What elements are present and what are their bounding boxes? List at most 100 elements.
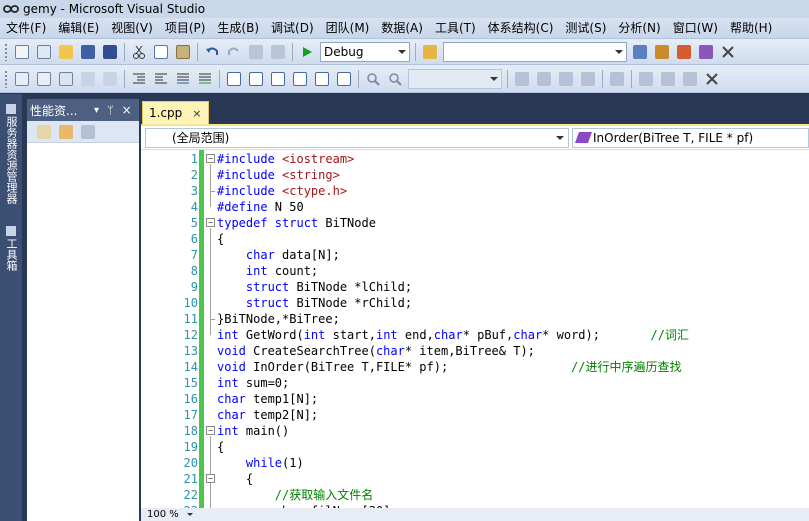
align-left-icon[interactable] — [512, 69, 532, 89]
open-file-icon[interactable] — [56, 42, 76, 62]
solution-explorer-icon[interactable] — [630, 42, 650, 62]
menu-file[interactable]: 文件(F) — [0, 19, 52, 38]
comment-icon[interactable] — [173, 69, 193, 89]
code-line[interactable]: 15 int sum=0; — [141, 375, 809, 391]
scope-dropdown[interactable]: (全局范围) — [145, 127, 569, 148]
code-line[interactable]: 21 { — [141, 471, 809, 487]
toolbar-grip[interactable] — [4, 69, 8, 88]
code-line[interactable]: 20 while(1) — [141, 455, 809, 471]
pin-icon[interactable]: ᛘ — [107, 104, 114, 117]
menu-project[interactable]: 项目(P) — [159, 19, 212, 38]
menu-data[interactable]: 数据(A) — [375, 19, 429, 38]
code-line[interactable]: 22 //获取输入文件名 — [141, 487, 809, 503]
collapse-icon[interactable]: − — [206, 218, 215, 227]
code-line[interactable]: 16 char temp1[N]; — [141, 391, 809, 407]
clear-bookmarks-icon[interactable] — [334, 69, 354, 89]
menu-edit[interactable]: 编辑(E) — [52, 19, 105, 38]
code-area[interactable]: 1 #include <iostream> 2 #include <string> 3 #… — [141, 150, 809, 508]
menu-debug[interactable]: 调试(D) — [265, 19, 320, 38]
panel-close-button[interactable]: × — [122, 103, 132, 117]
panel-menu-button[interactable]: ▾ — [94, 105, 99, 116]
find-in-files-icon[interactable] — [420, 42, 440, 62]
menu-tools[interactable]: 工具(T) — [429, 19, 482, 38]
code-line[interactable]: 5 typedef struct BiTNode — [141, 215, 809, 231]
code-line[interactable]: 12 int GetWord(int start,int end,char* pB… — [141, 327, 809, 343]
next-bookmark-folder-icon[interactable] — [312, 69, 332, 89]
align-right-icon[interactable] — [556, 69, 576, 89]
menu-window[interactable]: 窗口(W) — [667, 19, 724, 38]
collapse-icon[interactable]: − — [206, 154, 215, 163]
align-center-icon[interactable] — [534, 69, 554, 89]
start-page-icon[interactable] — [696, 42, 716, 62]
code-line[interactable]: 2 #include <string> — [141, 167, 809, 183]
member-dropdown[interactable]: InOrder(BiTree T, FILE * pf) — [572, 127, 809, 148]
prev-bookmark-icon[interactable] — [246, 69, 266, 89]
menu-analyze[interactable]: 分析(N) — [612, 19, 666, 38]
decrease-indent-icon[interactable] — [129, 69, 149, 89]
bookmark-icon[interactable] — [224, 69, 244, 89]
code-line[interactable]: 14 void InOrder(BiTree T,FILE* pf); //进行中… — [141, 359, 809, 375]
code-line[interactable]: 7 char data[N]; — [141, 247, 809, 263]
solution-configuration-dropdown[interactable]: Debug — [320, 41, 410, 62]
toolbox-icon[interactable] — [674, 42, 694, 62]
uncomment-icon[interactable] — [195, 69, 215, 89]
tab-1-cpp[interactable]: 1.cpp × — [142, 101, 209, 124]
code-line[interactable]: 3 #include <ctype.h> — [141, 183, 809, 199]
collapse-icon[interactable]: − — [206, 474, 215, 483]
code-line[interactable]: 9 struct BiTNode *lChild; — [141, 279, 809, 295]
increase-indent-icon[interactable] — [151, 69, 171, 89]
menu-build[interactable]: 生成(B) — [211, 19, 265, 38]
menu-view[interactable]: 视图(V) — [105, 19, 159, 38]
save-icon[interactable] — [78, 42, 98, 62]
cut-icon[interactable] — [129, 42, 149, 62]
tab-close-icon[interactable]: × — [192, 107, 201, 120]
code-line[interactable]: 13 void CreateSearchTree(char* item,BiTre… — [141, 343, 809, 359]
lock-icon[interactable] — [607, 69, 627, 89]
menu-test[interactable]: 测试(S) — [559, 19, 612, 38]
server-explorer-tab[interactable]: 服务器资源管理器 — [2, 102, 20, 204]
menu-architecture[interactable]: 体系结构(C) — [482, 19, 560, 38]
text-editor-icon[interactable] — [12, 69, 32, 89]
code-line[interactable]: 6{ — [141, 231, 809, 247]
add-item-icon[interactable] — [34, 42, 54, 62]
word-complete-icon[interactable] — [78, 69, 98, 89]
prev-bookmark-folder-icon[interactable] — [290, 69, 310, 89]
order-icon[interactable] — [578, 69, 598, 89]
toolbox-tab[interactable]: 工具箱 — [2, 224, 20, 271]
start-debugging-icon[interactable] — [297, 42, 317, 62]
code-line[interactable]: 1 #include <iostream> — [141, 151, 809, 167]
launch-wizard-icon[interactable] — [34, 122, 54, 142]
copy-icon[interactable] — [151, 42, 171, 62]
code-line[interactable]: 4 #define N 50 — [141, 199, 809, 215]
code-line[interactable]: 17 char temp2[N]; — [141, 407, 809, 423]
code-line[interactable]: 19 { — [141, 439, 809, 455]
menu-help[interactable]: 帮助(H) — [724, 19, 778, 38]
code-line[interactable]: 8 int count; — [141, 263, 809, 279]
code-line[interactable]: 11}BiTNode,*BiTree; — [141, 311, 809, 327]
collapse-icon[interactable]: − — [206, 426, 215, 435]
find-combobox[interactable] — [443, 41, 627, 62]
close-icon[interactable] — [702, 69, 722, 89]
zoom-in-icon[interactable] — [363, 69, 383, 89]
quick-info-icon[interactable] — [34, 69, 54, 89]
sort-desc-icon[interactable] — [658, 69, 678, 89]
sort-icon[interactable] — [636, 69, 656, 89]
close-icon[interactable] — [718, 42, 738, 62]
param-info-icon[interactable] — [56, 69, 76, 89]
zoom-level[interactable]: 100 % — [147, 509, 179, 520]
toolbar-grip[interactable] — [4, 42, 8, 61]
new-session-icon[interactable] — [56, 122, 76, 142]
zoom-combobox[interactable] — [408, 68, 502, 89]
display-word-icon[interactable] — [100, 69, 120, 89]
save-all-icon[interactable] — [100, 42, 120, 62]
start-profiling-icon[interactable] — [78, 122, 98, 142]
new-project-icon[interactable] — [12, 42, 32, 62]
chevron-down-icon[interactable] — [186, 513, 193, 516]
code-line[interactable]: 10 struct BiTNode *rChild; — [141, 295, 809, 311]
next-bookmark-icon[interactable] — [268, 69, 288, 89]
chevron-icon[interactable] — [680, 69, 700, 89]
undo-icon[interactable] — [202, 42, 222, 62]
navigate-forward-icon[interactable] — [268, 42, 288, 62]
paste-icon[interactable] — [173, 42, 193, 62]
menu-team[interactable]: 团队(M) — [320, 19, 376, 38]
